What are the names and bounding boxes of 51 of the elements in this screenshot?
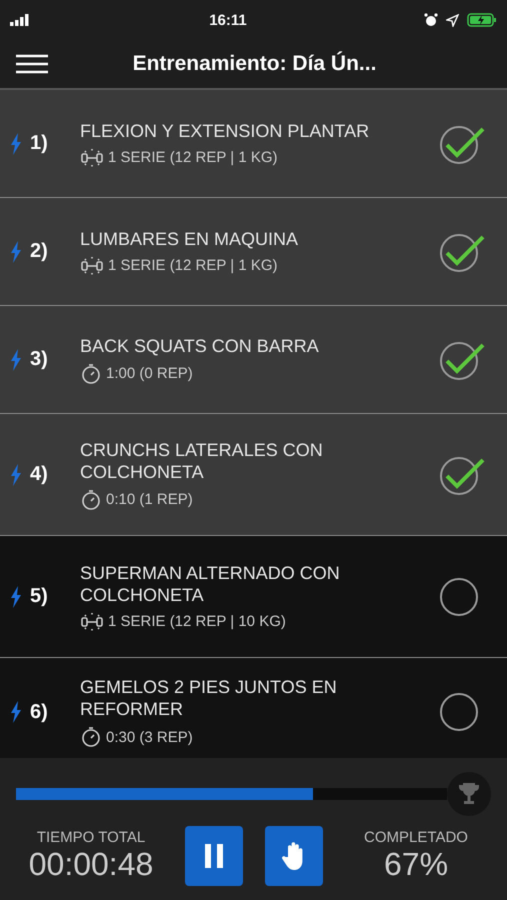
exercise-row[interactable]: 5) SUPERMAN ALTERNADO CON COLCHONETA 1 SERIE (12 REP | 10 KG) [0, 536, 507, 658]
lightning-icon [10, 701, 22, 723]
stopwatch-icon [80, 488, 102, 510]
location-icon [446, 14, 459, 26]
completed-value: 67% [384, 846, 448, 883]
total-time-value: 00:00:48 [28, 846, 154, 883]
exercise-detail: 1 SERIE (12 REP | 1 KG) [108, 257, 278, 274]
total-time-label: TIEMPO TOTAL [36, 829, 146, 846]
completed-label: COMPLETADO [364, 829, 468, 846]
alarm-icon [424, 13, 438, 27]
menu-icon[interactable] [16, 54, 48, 74]
dumbbell-icon [80, 612, 104, 632]
hand-button[interactable] [264, 826, 322, 886]
lightning-icon [10, 464, 22, 486]
hand-icon [282, 841, 306, 871]
stopwatch-icon [80, 362, 102, 384]
dumbbell-icon [80, 148, 104, 168]
exercise-name: LUMBARES EN MAQUINA [80, 228, 300, 250]
trophy-icon [458, 782, 480, 806]
exercise-row[interactable]: 6) GEMELOS 2 PIES JUNTOS EN REFORMER 0:30 (3 REP) [0, 658, 507, 758]
exercise-row[interactable]: 4) CRUNCHS LATERALES CON COLCHONETA 0:10 (1 REP) [0, 414, 507, 536]
exercise-name: FLEXION Y EXTENSION PLANTAR [80, 120, 370, 142]
exercise-name: CRUNCHS LATERALES CON COLCHONETA [80, 438, 324, 482]
exercise-name: SUPERMAN ALTERNADO CON COLCHONETA [80, 562, 341, 606]
exercise-name: GEMELOS 2 PIES JUNTOS EN REFORMER [80, 676, 338, 720]
exercise-detail: 0:10 (1 REP) [106, 491, 193, 508]
stopwatch-icon [80, 726, 102, 748]
exercise-row[interactable]: 1) FLEXION Y EXTENSION PLANTAR 1 SERIE (12 REP | 1 KG) [0, 90, 507, 198]
exercise-number: 3) [30, 348, 49, 371]
exercise-number: 2) [30, 240, 49, 263]
lightning-icon [10, 240, 22, 262]
pause-icon [204, 844, 224, 868]
exercise-name: BACK SQUATS CON BARRA [80, 334, 320, 356]
screen-title: Entrenamiento: Día Ún... [132, 52, 378, 76]
exercise-number: 4) [30, 463, 49, 486]
lightning-icon [10, 348, 22, 370]
exercise-number: 6) [30, 700, 49, 724]
status-time: 16:11 [209, 12, 247, 28]
exercise-number: 1) [30, 132, 49, 155]
exercise-number: 5) [30, 585, 49, 608]
exercise-row[interactable]: 2) LUMBARES EN MAQUINA 1 SERIE (12 REP | 1 KG) [0, 198, 507, 306]
lightning-icon [10, 132, 22, 154]
exercise-detail: 1:00 (0 REP) [106, 365, 193, 382]
battery-icon [466, 13, 497, 27]
exercise-detail: 0:30 (3 REP) [106, 728, 193, 746]
pause-button[interactable] [184, 826, 242, 886]
exercise-row[interactable]: 3) BACK SQUATS CON BARRA 1:00 (0 REP) [0, 306, 507, 414]
dumbbell-icon [80, 256, 104, 276]
exercise-detail: 1 SERIE (12 REP | 1 KG) [108, 149, 278, 166]
lightning-icon [10, 586, 22, 608]
exercise-detail: 1 SERIE (12 REP | 10 KG) [108, 613, 286, 630]
